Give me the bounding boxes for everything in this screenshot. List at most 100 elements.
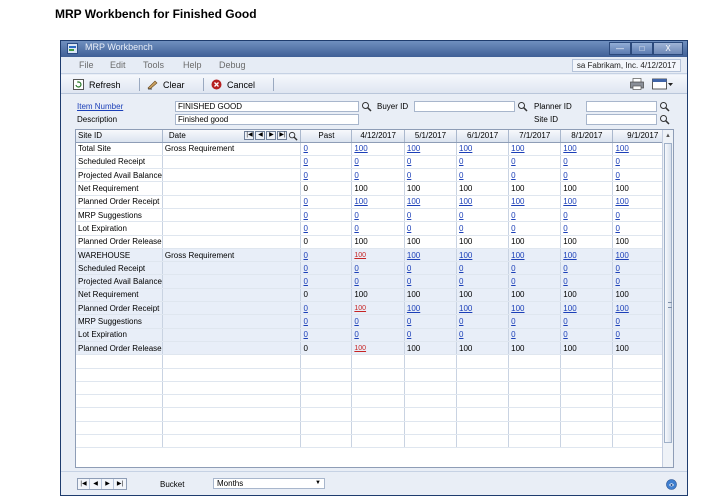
row-value-cell[interactable]: 100 [456, 195, 510, 209]
help-icon[interactable] [666, 479, 677, 490]
col-date-2[interactable]: 5/1/2017 [404, 130, 458, 143]
row-value-cell[interactable]: 0 [404, 168, 458, 183]
row-past-cell[interactable]: 0 [300, 248, 353, 263]
row-value-cell[interactable]: 100 [560, 142, 614, 156]
row-value-cell[interactable]: 0 [351, 168, 405, 183]
col-date-3[interactable]: 6/1/2017 [456, 130, 510, 143]
first-record-button[interactable]: |◀ [78, 479, 90, 489]
row-value-cell[interactable]: 100 [508, 248, 562, 263]
row-value-cell[interactable]: 0 [456, 221, 510, 236]
col-site-id[interactable]: Site ID [76, 130, 163, 143]
row-value-cell[interactable]: 100 [351, 248, 405, 263]
table-row[interactable]: Net Requirement 0 100 100 100 100 100 100 [76, 288, 673, 303]
next-record-button[interactable]: ▶ [102, 479, 114, 489]
vertical-scrollbar[interactable]: ▲ [662, 130, 673, 467]
row-value-cell[interactable]: 0 [560, 274, 614, 289]
row-value-cell[interactable]: 0 [560, 155, 614, 170]
row-value-cell[interactable]: 0 [508, 261, 562, 276]
clear-button[interactable]: Clear [147, 77, 185, 92]
row-past-cell[interactable]: 0 [300, 261, 353, 276]
print-icon[interactable] [630, 78, 644, 90]
table-row[interactable]: Total Site Gross Requirement 0 100 100 100 100… [76, 142, 673, 156]
row-value-cell[interactable]: 0 [456, 208, 510, 223]
bucket-select[interactable]: Months ▼ [213, 478, 325, 489]
buyer-id-field[interactable] [414, 101, 515, 112]
row-value-cell[interactable]: 0 [404, 261, 458, 276]
col-date-1[interactable]: 4/12/2017 [351, 130, 405, 143]
row-value-cell[interactable]: 100 [404, 195, 458, 209]
row-value-cell[interactable]: 0 [456, 274, 510, 289]
table-row[interactable]: Planned Order Release 0 100 100 100 100 100 100 [76, 341, 673, 356]
menu-help[interactable]: Help [183, 60, 202, 70]
row-past-cell[interactable]: 0 [300, 142, 353, 156]
col-date-label[interactable]: Date [169, 131, 186, 140]
row-value-cell[interactable]: 0 [456, 155, 510, 170]
table-row[interactable]: MRP Suggestions 0 0 0 0 0 0 0 [76, 208, 673, 223]
row-value-cell[interactable]: 0 [456, 261, 510, 276]
row-value-cell[interactable]: 0 [508, 274, 562, 289]
row-value-cell[interactable]: 0 [456, 314, 510, 329]
last-period-button[interactable]: ▶| [277, 131, 288, 141]
row-value-cell[interactable]: 100 [404, 301, 458, 316]
menu-debug[interactable]: Debug [219, 60, 246, 70]
row-past-cell[interactable]: 0 [300, 221, 353, 236]
row-past-cell[interactable]: 0 [300, 208, 353, 223]
row-value-cell[interactable]: 0 [351, 155, 405, 170]
table-row[interactable]: Scheduled Receipt 0 0 0 0 0 0 0 [76, 261, 673, 276]
row-value-cell[interactable]: 0 [560, 208, 614, 223]
minimize-button[interactable]: — [609, 42, 631, 55]
row-value-cell[interactable]: 0 [404, 155, 458, 170]
row-value-cell[interactable]: 0 [351, 314, 405, 329]
row-value-cell[interactable]: 0 [351, 208, 405, 223]
user-company-date[interactable]: sa Fabrikam, Inc. 4/12/2017 [571, 59, 681, 72]
row-value-cell[interactable]: 0 [508, 221, 562, 236]
row-value-cell[interactable]: 0 [404, 314, 458, 329]
site-id-field[interactable] [586, 114, 657, 125]
row-value-cell[interactable]: 0 [508, 168, 562, 183]
row-value-cell[interactable]: 0 [456, 328, 510, 342]
row-value-cell[interactable]: 100 [456, 301, 510, 316]
scrollbar-thumb[interactable] [664, 143, 672, 443]
lookup-icon[interactable] [361, 101, 372, 112]
row-value-cell[interactable]: 0 [404, 274, 458, 289]
row-value-cell[interactable]: 100 [351, 195, 405, 209]
last-record-button[interactable]: ▶| [114, 479, 126, 489]
row-past-cell[interactable]: 0 [300, 314, 353, 329]
table-row[interactable]: Scheduled Receipt 0 0 0 0 0 0 0 [76, 155, 673, 170]
window-list-icon[interactable] [652, 78, 674, 90]
row-value-cell[interactable]: 0 [351, 274, 405, 289]
row-past-cell[interactable]: 0 [300, 274, 353, 289]
row-value-cell[interactable]: 0 [508, 314, 562, 329]
planner-id-field[interactable] [586, 101, 657, 112]
table-row[interactable]: Lot Expiration 0 0 0 0 0 0 0 [76, 221, 673, 236]
row-past-cell[interactable]: 0 [300, 301, 353, 316]
row-value-cell[interactable]: 100 [456, 142, 510, 156]
prev-record-button[interactable]: ◀ [90, 479, 102, 489]
row-value-cell[interactable]: 100 [351, 142, 405, 156]
row-value-cell[interactable]: 0 [351, 221, 405, 236]
row-value-cell[interactable]: 0 [560, 221, 614, 236]
table-row[interactable]: Planned Order Receipt 0 100 100 100 100 100 100 [76, 195, 673, 209]
menu-edit[interactable]: Edit [110, 60, 126, 70]
col-date-4[interactable]: 7/1/2017 [508, 130, 562, 143]
row-value-cell[interactable]: 0 [560, 261, 614, 276]
row-value-cell[interactable]: 0 [508, 208, 562, 223]
row-value-cell[interactable]: 100 [508, 301, 562, 316]
row-value-cell[interactable]: 0 [404, 328, 458, 342]
lookup-icon[interactable] [288, 131, 299, 141]
row-past-cell[interactable]: 0 [300, 155, 353, 170]
row-value-cell[interactable]: 100 [560, 195, 614, 209]
lookup-icon[interactable] [517, 101, 528, 112]
refresh-button[interactable]: Refresh [73, 77, 121, 92]
col-date-5[interactable]: 8/1/2017 [560, 130, 614, 143]
first-period-button[interactable]: |◀ [244, 131, 255, 141]
table-row[interactable]: Lot Expiration 0 0 0 0 0 0 0 [76, 328, 673, 342]
row-value-cell[interactable]: 100 [508, 195, 562, 209]
row-value-cell[interactable]: 0 [456, 168, 510, 183]
prev-period-button[interactable]: ◀ [255, 131, 266, 141]
row-past-cell[interactable]: 0 [300, 328, 353, 342]
table-row[interactable]: MRP Suggestions 0 0 0 0 0 0 0 [76, 314, 673, 329]
lookup-icon[interactable] [659, 114, 670, 125]
menu-tools[interactable]: Tools [143, 60, 164, 70]
maximize-button[interactable]: □ [631, 42, 653, 55]
